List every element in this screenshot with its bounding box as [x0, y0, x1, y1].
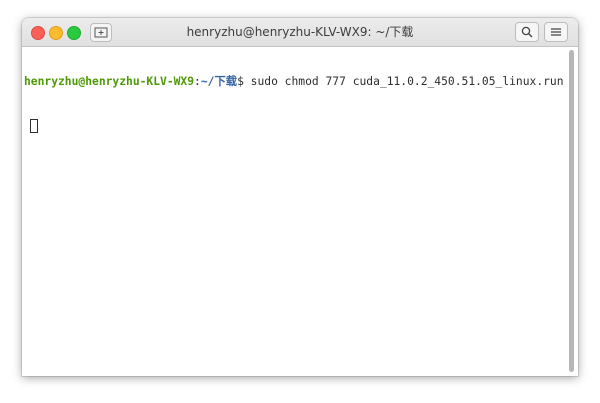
search-button[interactable] — [515, 22, 539, 42]
prompt-user: henryzhu@henryzhu-KLV-WX9 — [24, 75, 195, 88]
terminal-window: henryzhu@henryzhu-KLV-WX9: ~/下载 henryzhu… — [22, 18, 578, 376]
search-icon — [521, 26, 533, 38]
terminal-output[interactable]: henryzhu@henryzhu-KLV-WX9:~/下载$ sudo chm… — [22, 47, 568, 376]
command-text: sudo chmod 777 cuda_11.0.2_450.51.05_lin… — [250, 75, 564, 88]
new-tab-button[interactable] — [90, 23, 112, 42]
cursor-line — [24, 117, 568, 133]
prompt-path: ~/下载 — [200, 75, 238, 88]
hamburger-menu-icon — [551, 28, 561, 36]
text-cursor — [30, 119, 38, 133]
vertical-scrollbar[interactable] — [569, 50, 574, 372]
prompt-separator: : — [194, 75, 201, 88]
close-button[interactable] — [31, 26, 45, 40]
titlebar[interactable]: henryzhu@henryzhu-KLV-WX9: ~/下载 — [22, 18, 578, 47]
prompt-symbol: $ — [237, 75, 251, 88]
new-tab-icon — [94, 27, 108, 38]
menu-button[interactable] — [544, 22, 568, 42]
maximize-button[interactable] — [67, 26, 81, 40]
command-line: henryzhu@henryzhu-KLV-WX9:~/下载$ sudo chm… — [24, 75, 568, 89]
minimize-button[interactable] — [49, 26, 63, 40]
